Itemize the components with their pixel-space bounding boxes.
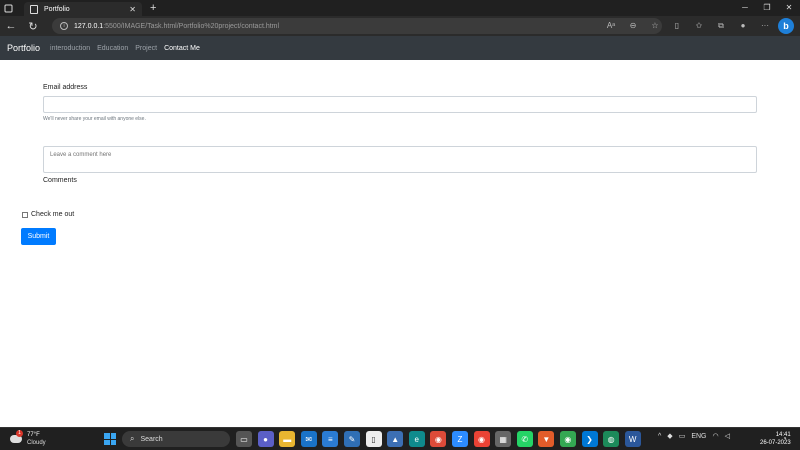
workspaces-icon[interactable] xyxy=(0,0,16,16)
site-info-icon[interactable]: i xyxy=(60,22,68,30)
read-aloud-icon[interactable]: Aᵃ xyxy=(600,17,622,35)
system-tray: ^ ◆ ▭ ENG ◠ ◁ xyxy=(658,432,736,441)
nav-link-contact[interactable]: Contact Me xyxy=(164,45,200,52)
taskbar-search[interactable]: ⌕ Search xyxy=(122,431,230,447)
tray-app-icon[interactable]: ◆ xyxy=(667,432,672,440)
mail-icon[interactable]: ✉ xyxy=(300,431,317,447)
chrome-app-icon[interactable]: ◉ xyxy=(559,431,576,447)
site-navbar: Portfolio interoduction Education Projec… xyxy=(0,36,800,60)
volume-icon[interactable]: ◁ xyxy=(725,432,730,440)
nav-link-education[interactable]: Education xyxy=(97,45,128,52)
chrome-icon[interactable]: ◉ xyxy=(430,431,447,447)
back-icon[interactable]: ← xyxy=(0,20,22,32)
chat-icon[interactable]: ● xyxy=(257,431,274,447)
zoom-app-icon[interactable]: Z xyxy=(451,431,468,447)
email-field[interactable] xyxy=(43,96,757,113)
favorite-star-icon[interactable]: ☆ xyxy=(644,17,666,35)
edge-icon[interactable]: e xyxy=(408,431,425,447)
cloud-icon: 1 xyxy=(10,430,23,443)
submit-button[interactable]: Submit xyxy=(21,228,56,245)
address-bar[interactable]: i 127.0.0.1 :5500/IMAGE/Task.html/Portfo… xyxy=(52,18,662,34)
favorites-icon[interactable]: ✩ xyxy=(688,17,710,35)
browser-tab-strip: Portfolio ✕ + ─ ❐ ✕ xyxy=(0,0,800,16)
browser-tab[interactable]: Portfolio ✕ xyxy=(24,2,142,16)
profile-icon[interactable]: ● xyxy=(732,17,754,35)
comments-label: Comments xyxy=(43,177,77,184)
site-brand[interactable]: Portfolio xyxy=(7,43,40,53)
collections-icon[interactable]: ⧉ xyxy=(710,17,732,35)
email-label: Email address xyxy=(43,84,88,91)
whatsapp-icon[interactable]: ✆ xyxy=(516,431,533,447)
vscode-icon[interactable]: ❯ xyxy=(581,431,598,447)
file-explorer-icon[interactable]: ▬ xyxy=(279,431,296,447)
toolbar-icons: Aᵃ ⊖ ☆ ▯ ✩ ⧉ ● ··· xyxy=(600,17,776,35)
comment-textarea[interactable] xyxy=(43,146,757,173)
bing-copilot-icon[interactable]: b xyxy=(778,18,794,34)
language-indicator[interactable]: ENG xyxy=(691,433,706,440)
new-tab-icon[interactable]: + xyxy=(150,0,156,16)
notifications-icon[interactable]: ◔ xyxy=(782,434,787,443)
notification-badge: 1 xyxy=(16,430,23,437)
close-tab-icon[interactable]: ✕ xyxy=(129,5,136,14)
weather-widget[interactable]: 1 77°F Cloudy xyxy=(10,430,46,447)
weather-condition: Cloudy xyxy=(27,440,46,446)
refresh-icon[interactable]: ↻ xyxy=(22,20,44,33)
nav-link-project[interactable]: Project xyxy=(135,45,157,52)
tab-title: Portfolio xyxy=(44,5,70,13)
chrome-profile-icon[interactable]: ◉ xyxy=(473,431,490,447)
tray-overflow-icon[interactable]: ^ xyxy=(658,433,661,440)
search-label: Search xyxy=(140,435,163,443)
restore-icon[interactable]: ❐ xyxy=(756,0,778,16)
url-path: :5500/IMAGE/Task.html/Portfolio%20projec… xyxy=(103,22,280,30)
wifi-icon[interactable]: ◠ xyxy=(712,432,718,440)
close-window-icon[interactable]: ✕ xyxy=(778,0,800,16)
app-icon[interactable]: ▼ xyxy=(538,431,555,447)
taskbar: 1 77°F Cloudy ⌕ Search ▭ ● ▬ ✉ ≡ ✎ ▯ ▲ e… xyxy=(0,427,800,450)
battery-icon[interactable]: ▭ xyxy=(679,432,686,440)
more-icon[interactable]: ··· xyxy=(754,17,776,35)
split-screen-icon[interactable]: ▯ xyxy=(666,17,688,35)
check-me-out-label[interactable]: Check me out xyxy=(31,211,74,218)
paint-icon[interactable]: ✎ xyxy=(343,431,360,447)
window-controls: ─ ❐ ✕ xyxy=(734,0,800,16)
word-icon[interactable]: W xyxy=(624,431,641,447)
document-icon[interactable]: ▯ xyxy=(365,431,382,447)
photos-icon[interactable]: ▲ xyxy=(387,431,404,447)
page-icon xyxy=(30,4,38,14)
weather-temp: 77°F xyxy=(27,432,40,438)
globe-icon[interactable]: ◍ xyxy=(603,431,620,447)
minimize-icon[interactable]: ─ xyxy=(734,0,756,16)
notepad-icon[interactable]: ≡ xyxy=(322,431,339,447)
search-icon: ⌕ xyxy=(130,434,135,443)
url-host: 127.0.0.1 xyxy=(74,22,104,30)
start-icon[interactable] xyxy=(104,433,116,445)
calculator-icon[interactable]: ▦ xyxy=(495,431,512,447)
email-help-text: We'll never share your email with anyone… xyxy=(43,116,146,122)
zoom-icon[interactable]: ⊖ xyxy=(622,17,644,35)
check-me-out-checkbox[interactable] xyxy=(22,212,28,218)
nav-link-introduction[interactable]: interoduction xyxy=(50,45,90,52)
task-view-icon[interactable]: ▭ xyxy=(236,431,252,447)
taskbar-apps: ▭ ● ▬ ✉ ≡ ✎ ▯ ▲ e ◉ Z ◉ ▦ ✆ ▼ ◉ ❯ ◍ W xyxy=(236,431,646,447)
